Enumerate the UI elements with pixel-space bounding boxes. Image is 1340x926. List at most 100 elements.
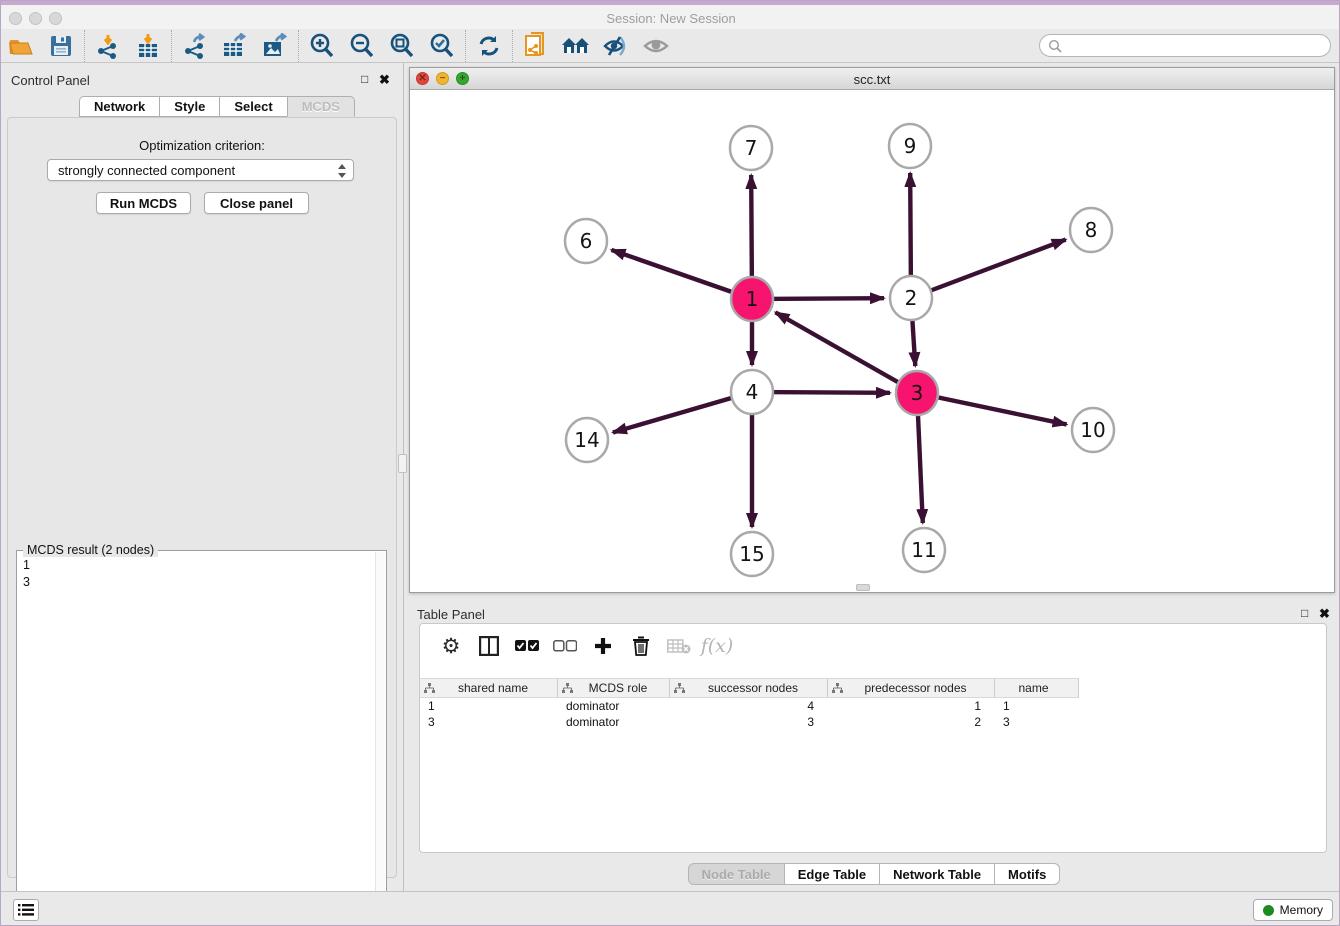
split-panel-icon: [479, 636, 499, 656]
table-header-row: shared name MCDS role successor nodes pr…: [420, 678, 1079, 698]
cell-predecessor-nodes[interactable]: 2: [828, 714, 995, 730]
open-session-button[interactable]: [1, 31, 41, 61]
open-folder-icon: [8, 35, 34, 57]
column-header-predecessor-nodes[interactable]: predecessor nodes: [828, 678, 995, 698]
cell-name[interactable]: 1: [995, 698, 1079, 714]
application-window: Session: New Session: [0, 0, 1340, 926]
tab-node-table[interactable]: Node Table: [688, 863, 785, 885]
show-hidden-button[interactable]: [636, 31, 676, 61]
task-history-button[interactable]: [13, 899, 39, 921]
cell-shared-name[interactable]: 1: [420, 698, 558, 714]
close-table-panel-icon[interactable]: ✖: [1319, 606, 1330, 622]
table-body: 1 dominator 4 1 1 3 dominator 3 2 3: [420, 698, 1326, 730]
zoom-in-button[interactable]: [302, 31, 342, 61]
network-window-title: scc.txt: [410, 72, 1334, 87]
tab-network-table[interactable]: Network Table: [880, 863, 995, 885]
export-network-button[interactable]: [175, 31, 215, 61]
deselect-all-button[interactable]: [546, 631, 584, 661]
duplicate-network-button[interactable]: [516, 31, 556, 61]
export-table-icon: [221, 33, 249, 59]
tab-style[interactable]: Style: [159, 96, 219, 117]
search-field[interactable]: [1039, 34, 1331, 57]
search-icon: [1048, 39, 1062, 53]
cell-successor-nodes[interactable]: 4: [670, 698, 828, 714]
plus-icon: [594, 637, 612, 655]
table-settings-button[interactable]: ⚙: [432, 631, 470, 661]
table-row[interactable]: 3 dominator 3 2 3: [420, 714, 1326, 730]
column-header-mcds-role[interactable]: MCDS role: [558, 678, 670, 698]
tab-select[interactable]: Select: [219, 96, 286, 117]
export-image-button[interactable]: [255, 31, 295, 61]
memory-status-dot: [1263, 905, 1274, 916]
cell-shared-name[interactable]: 3: [420, 714, 558, 730]
fx-icon: f(x): [701, 635, 734, 657]
cell-mcds-role[interactable]: dominator: [558, 698, 670, 714]
eye-slash-icon: [602, 35, 630, 57]
node-label-4: 4: [746, 380, 759, 404]
result-scrollbar[interactable]: [375, 552, 385, 926]
network-window-titlebar[interactable]: ✕ − + scc.txt: [410, 68, 1334, 90]
memory-button[interactable]: Memory: [1253, 899, 1333, 921]
cell-successor-nodes[interactable]: 3: [670, 714, 828, 730]
close-panel-icon[interactable]: ✖: [379, 72, 390, 88]
hide-selected-button[interactable]: [596, 31, 636, 61]
network-hscrollbar-handle[interactable]: [856, 584, 870, 591]
import-network-button[interactable]: [88, 31, 128, 61]
column-header-name[interactable]: name: [995, 678, 1079, 698]
hierarchy-icon: [674, 683, 685, 694]
tab-motifs[interactable]: Motifs: [995, 863, 1060, 885]
tab-network[interactable]: Network: [79, 96, 159, 117]
tab-edge-table[interactable]: Edge Table: [785, 863, 880, 885]
mcds-tab-content: Optimization criterion: strongly connect…: [7, 117, 397, 878]
tab-mcds[interactable]: MCDS: [287, 96, 355, 117]
network-canvas[interactable]: 7968124314101511: [410, 90, 1334, 592]
column-header-successor-nodes[interactable]: successor nodes: [670, 678, 828, 698]
cell-predecessor-nodes[interactable]: 1: [828, 698, 995, 714]
split-panel-button[interactable]: [470, 631, 508, 661]
home-button[interactable]: [556, 31, 596, 61]
zoom-in-icon: [309, 33, 335, 59]
search-input[interactable]: [1062, 38, 1330, 54]
export-table-button[interactable]: [215, 31, 255, 61]
import-network-icon: [95, 33, 121, 59]
import-table-button[interactable]: [128, 31, 168, 61]
float-table-panel-icon[interactable]: □: [1301, 606, 1308, 620]
mcds-result-text[interactable]: 1 3: [23, 557, 30, 591]
add-column-button[interactable]: [584, 631, 622, 661]
control-panel-tabs: Network Style Select MCDS: [79, 96, 355, 117]
criterion-select[interactable]: strongly connected component: [47, 159, 354, 181]
table-tabs: Node Table Edge Table Network Table Moti…: [407, 863, 1340, 885]
function-builder-button[interactable]: f(x): [698, 631, 736, 661]
cell-mcds-role[interactable]: dominator: [558, 714, 670, 730]
float-panel-icon[interactable]: □: [361, 72, 368, 86]
mcds-result-title: MCDS result (2 nodes): [23, 543, 158, 557]
apply-layout-button[interactable]: [469, 31, 509, 61]
node-label-3: 3: [911, 381, 924, 405]
run-mcds-button[interactable]: Run MCDS: [96, 192, 191, 214]
close-panel-button[interactable]: Close panel: [204, 192, 309, 214]
cell-name[interactable]: 3: [995, 714, 1079, 730]
edge-3-10[interactable]: [917, 393, 1067, 424]
zoom-selected-button[interactable]: [422, 31, 462, 61]
delete-column-button[interactable]: [622, 631, 660, 661]
node-label-9: 9: [904, 134, 917, 158]
panel-splitter-handle[interactable]: [398, 454, 407, 473]
column-header-shared-name[interactable]: shared name: [420, 678, 558, 698]
edge-3-1[interactable]: [775, 312, 917, 393]
node-label-2: 2: [905, 286, 918, 310]
app-titlebar: Session: New Session: [1, 5, 1340, 29]
control-panel-header: Control Panel □ ✖: [1, 71, 403, 91]
zoom-out-button[interactable]: [342, 31, 382, 61]
table-row[interactable]: 1 dominator 4 1 1: [420, 698, 1326, 714]
gear-icon: ⚙: [442, 634, 461, 658]
refresh-icon: [477, 34, 501, 58]
mcds-result-box: MCDS result (2 nodes) 1 3: [16, 550, 387, 926]
network-graph[interactable]: 7968124314101511: [410, 90, 1334, 592]
zoom-fit-button[interactable]: [382, 31, 422, 61]
zoom-fit-icon: [389, 33, 415, 59]
select-all-button[interactable]: [508, 631, 546, 661]
save-session-button[interactable]: [41, 31, 81, 61]
edge-2-8[interactable]: [911, 240, 1066, 298]
delete-table-button[interactable]: [660, 631, 698, 661]
select-all-icon: [515, 640, 539, 652]
